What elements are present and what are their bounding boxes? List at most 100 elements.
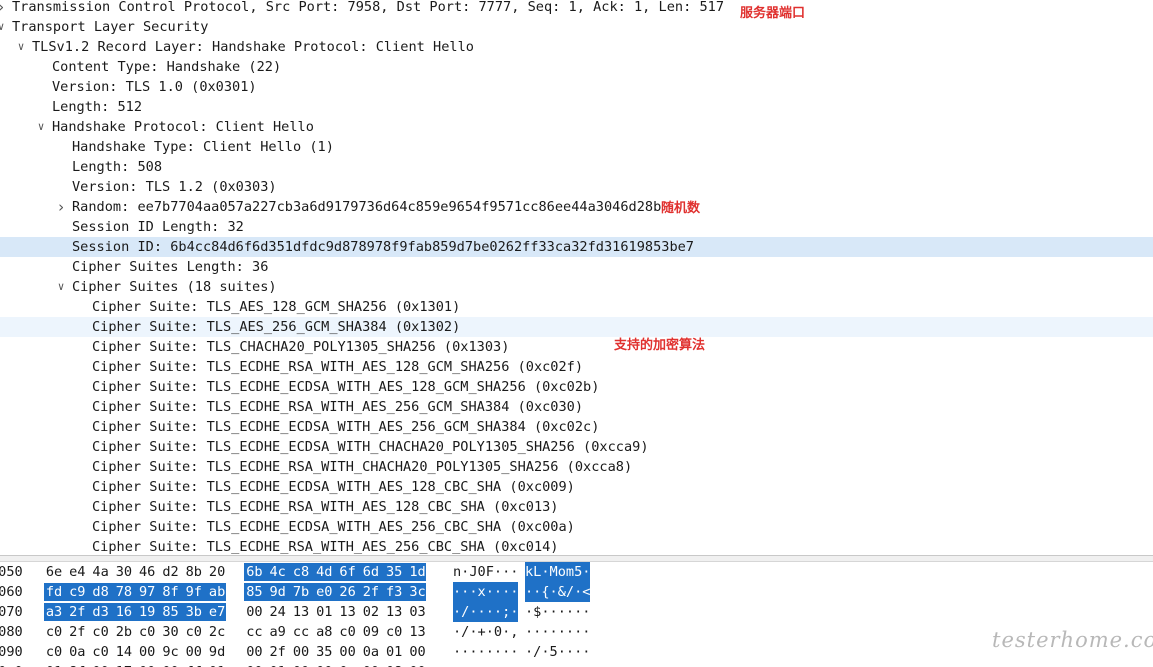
- tree-row[interactable]: Version: TLS 1.2 (0x0303): [0, 177, 1153, 197]
- hex-byte[interactable]: a9: [269, 622, 287, 642]
- tree-row[interactable]: Cipher Suite: TLS_AES_256_GCM_SHA384 (0x…: [0, 317, 1153, 337]
- chevron-down-icon[interactable]: ∨: [14, 37, 28, 57]
- hex-byte[interactable]: a8: [315, 622, 333, 642]
- hex-byte[interactable]: c8: [292, 562, 310, 582]
- hex-ascii[interactable]: ·/····;·: [453, 602, 519, 622]
- hex-byte[interactable]: 00: [339, 642, 357, 662]
- hex-byte[interactable]: c0: [45, 642, 63, 662]
- hex-byte[interactable]: 00: [245, 602, 263, 622]
- hex-byte[interactable]: 85: [162, 602, 180, 622]
- hex-byte[interactable]: 6b: [245, 562, 263, 582]
- hex-ascii[interactable]: kL·Mom5·: [525, 562, 591, 582]
- hex-byte[interactable]: 16: [115, 602, 133, 622]
- hex-byte[interactable]: 8f: [68, 662, 86, 667]
- tree-row[interactable]: Length: 508: [0, 157, 1153, 177]
- hex-ascii[interactable]: ········: [453, 662, 518, 667]
- hex-byte[interactable]: 9f: [185, 582, 203, 602]
- hex-byte[interactable]: 00: [185, 642, 203, 662]
- hex-byte[interactable]: 00: [138, 642, 156, 662]
- hex-byte[interactable]: 02: [362, 602, 380, 622]
- hex-byte[interactable]: 9d: [208, 642, 226, 662]
- tree-row[interactable]: Cipher Suite: TLS_ECDHE_ECDSA_WITH_AES_2…: [0, 517, 1153, 537]
- hex-byte[interactable]: 01: [208, 662, 226, 667]
- chevron-down-icon[interactable]: ∨: [54, 277, 68, 297]
- hex-byte[interactable]: e7: [208, 602, 226, 622]
- hex-byte[interactable]: d8: [92, 582, 110, 602]
- hex-byte[interactable]: 3c: [409, 582, 427, 602]
- hex-byte[interactable]: cc: [292, 622, 310, 642]
- hex-byte[interactable]: 0a: [68, 642, 86, 662]
- tree-row[interactable]: Length: 512: [0, 97, 1153, 117]
- hex-byte[interactable]: 14: [115, 642, 133, 662]
- hex-byte[interactable]: c0: [138, 622, 156, 642]
- hex-byte[interactable]: 00: [409, 642, 427, 662]
- hex-byte[interactable]: 03: [409, 602, 427, 622]
- hex-ascii[interactable]: ·/·+·0·,: [453, 622, 518, 642]
- hex-byte[interactable]: 09: [362, 622, 380, 642]
- tree-row[interactable]: Cipher Suite: TLS_ECDHE_RSA_WITH_AES_256…: [0, 537, 1153, 554]
- hex-ascii[interactable]: ·/·5····: [525, 642, 590, 662]
- hex-ascii[interactable]: ·$······: [525, 602, 590, 622]
- tree-row[interactable]: Cipher Suite: TLS_ECDHE_RSA_WITH_CHACHA2…: [0, 457, 1153, 477]
- hex-byte[interactable]: 00: [315, 662, 333, 667]
- tree-row[interactable]: Cipher Suite: TLS_ECDHE_ECDSA_WITH_AES_1…: [0, 377, 1153, 397]
- hex-byte[interactable]: 01: [269, 662, 287, 667]
- hex-byte[interactable]: 08: [385, 662, 403, 667]
- hex-ascii[interactable]: ········: [525, 622, 590, 642]
- hex-byte[interactable]: 19: [138, 602, 156, 622]
- tree-row[interactable]: Cipher Suite: TLS_ECDHE_RSA_WITH_AES_256…: [0, 397, 1153, 417]
- packet-details-pane[interactable]: › Transmission Control Protocol, Src Port…: [0, 0, 1153, 554]
- hex-byte[interactable]: 9c: [162, 642, 180, 662]
- hex-byte[interactable]: 1d: [409, 562, 427, 582]
- hex-byte[interactable]: 2f: [269, 642, 287, 662]
- hex-byte[interactable]: 3b: [185, 602, 203, 622]
- hex-byte[interactable]: 00: [362, 662, 380, 667]
- tree-row[interactable]: Cipher Suite: TLS_CHACHA20_POLY1305_SHA2…: [0, 337, 1153, 357]
- tree-row[interactable]: Handshake Type: Client Hello (1): [0, 137, 1153, 157]
- tree-row[interactable]: › Transmission Control Protocol, Src Port…: [0, 0, 1153, 17]
- tree-row[interactable]: Cipher Suites Length: 36: [0, 257, 1153, 277]
- hex-byte[interactable]: 00: [162, 662, 180, 667]
- hex-byte[interactable]: 46: [138, 562, 156, 582]
- hex-byte[interactable]: 78: [115, 582, 133, 602]
- tree-row[interactable]: Cipher Suite: TLS_AES_128_GCM_SHA256 (0x…: [0, 297, 1153, 317]
- hex-ascii[interactable]: ··{·&/·<: [525, 582, 591, 602]
- chevron-down-icon[interactable]: ∨: [34, 117, 48, 137]
- hex-byte[interactable]: 35: [315, 642, 333, 662]
- hex-byte[interactable]: 4a: [92, 562, 110, 582]
- tree-row[interactable]: ∨ Cipher Suites (18 suites): [0, 277, 1153, 297]
- hex-byte[interactable]: 13: [339, 602, 357, 622]
- hex-byte[interactable]: f3: [385, 582, 403, 602]
- tree-row[interactable]: Session ID: 6b4cc84d6f6d351dfdc9d878978f…: [0, 237, 1153, 257]
- tree-row[interactable]: Cipher Suite: TLS_ECDHE_ECDSA_WITH_CHACH…: [0, 437, 1153, 457]
- hex-byte[interactable]: 6d: [362, 562, 380, 582]
- hex-byte[interactable]: 4d: [315, 562, 333, 582]
- hex-byte[interactable]: c0: [45, 622, 63, 642]
- hex-byte[interactable]: 00: [292, 662, 310, 667]
- hex-ascii[interactable]: ········: [525, 662, 590, 667]
- hex-byte[interactable]: 6f: [339, 562, 357, 582]
- tree-row[interactable]: Cipher Suite: TLS_ECDHE_ECDSA_WITH_AES_1…: [0, 477, 1153, 497]
- hex-byte[interactable]: 01: [385, 642, 403, 662]
- tree-row[interactable]: ∨ Transport Layer Security: [0, 17, 1153, 37]
- hex-byte[interactable]: 13: [292, 602, 310, 622]
- tree-row[interactable]: Version: TLS 1.0 (0x0301): [0, 77, 1153, 97]
- hex-byte[interactable]: 4c: [269, 562, 287, 582]
- tree-row[interactable]: Cipher Suite: TLS_ECDHE_ECDSA_WITH_AES_2…: [0, 417, 1153, 437]
- hex-byte[interactable]: 17: [115, 662, 133, 667]
- hex-byte[interactable]: 00: [92, 662, 110, 667]
- hex-byte[interactable]: 2f: [68, 602, 86, 622]
- hex-byte[interactable]: 13: [409, 622, 427, 642]
- hex-byte[interactable]: 01: [45, 662, 63, 667]
- hex-byte[interactable]: 8f: [162, 582, 180, 602]
- hex-byte[interactable]: 85: [245, 582, 263, 602]
- hex-byte[interactable]: c0: [92, 642, 110, 662]
- hex-byte[interactable]: 20: [208, 562, 226, 582]
- hex-byte[interactable]: 0a: [362, 642, 380, 662]
- chevron-down-icon[interactable]: ∨: [0, 17, 8, 37]
- hex-byte[interactable]: c0: [339, 622, 357, 642]
- tree-row[interactable]: Cipher Suite: TLS_ECDHE_RSA_WITH_AES_128…: [0, 497, 1153, 517]
- tree-row[interactable]: › Random: ee7b7704aa057a227cb3a6d9179736d…: [0, 197, 1153, 217]
- hex-byte[interactable]: 8b: [185, 562, 203, 582]
- hex-byte[interactable]: 2b: [115, 622, 133, 642]
